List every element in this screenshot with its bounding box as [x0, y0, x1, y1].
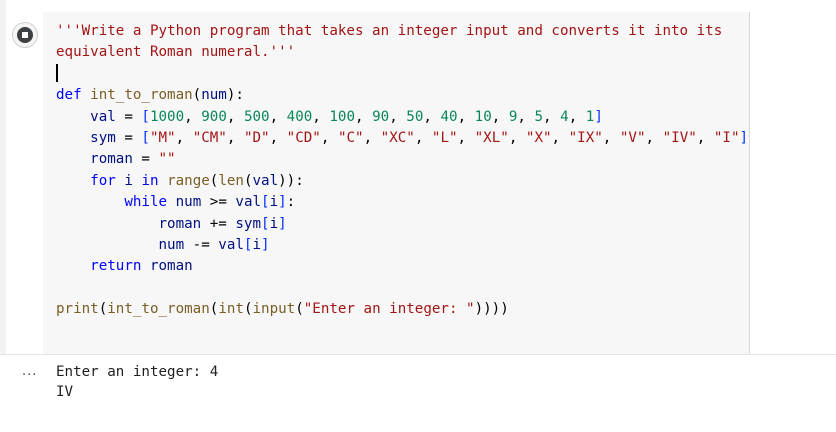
code-line-sym: sym = ["M", "CM", "D", "CD", "C", "XC", …: [90, 130, 749, 147]
code-line-print: print(int_to_roman(int(input("Enter an i…: [56, 301, 509, 318]
editor-divider: [749, 12, 750, 354]
code-line-subtract: num -= val[i]: [158, 237, 270, 254]
code-line-for: for i in range(len(val)):: [90, 172, 304, 189]
more-horizontal-icon[interactable]: ...: [22, 364, 37, 379]
code-line-val: val = [1000, 900, 500, 400, 100, 90, 50,…: [90, 108, 603, 125]
run-cell-icon: [17, 27, 33, 43]
notebook-code-cell: '''Write a Python program that takes an …: [0, 0, 836, 432]
run-cell-button[interactable]: [12, 22, 38, 48]
text-cursor: [56, 63, 58, 82]
output-text: Enter an integer: 4 IV: [56, 362, 218, 402]
code-text[interactable]: '''Write a Python program that takes an …: [56, 21, 748, 321]
stop-square-icon: [22, 32, 28, 38]
code-line-append: roman += sym[i]: [158, 215, 287, 232]
output-line-prompt: Enter an integer: 4: [56, 364, 219, 380]
code-line-return: return roman: [90, 258, 193, 275]
code-line-while: while num >= val[i]:: [124, 194, 296, 211]
code-line-def: def int_to_roman(num):: [56, 87, 244, 104]
docstring-line-1: '''Write a Python program that takes an …: [56, 23, 723, 39]
code-line-roman: roman = "": [90, 151, 176, 168]
docstring-line-2: equivalent Roman numeral.''': [56, 44, 296, 61]
output-line-result: IV: [56, 384, 74, 400]
